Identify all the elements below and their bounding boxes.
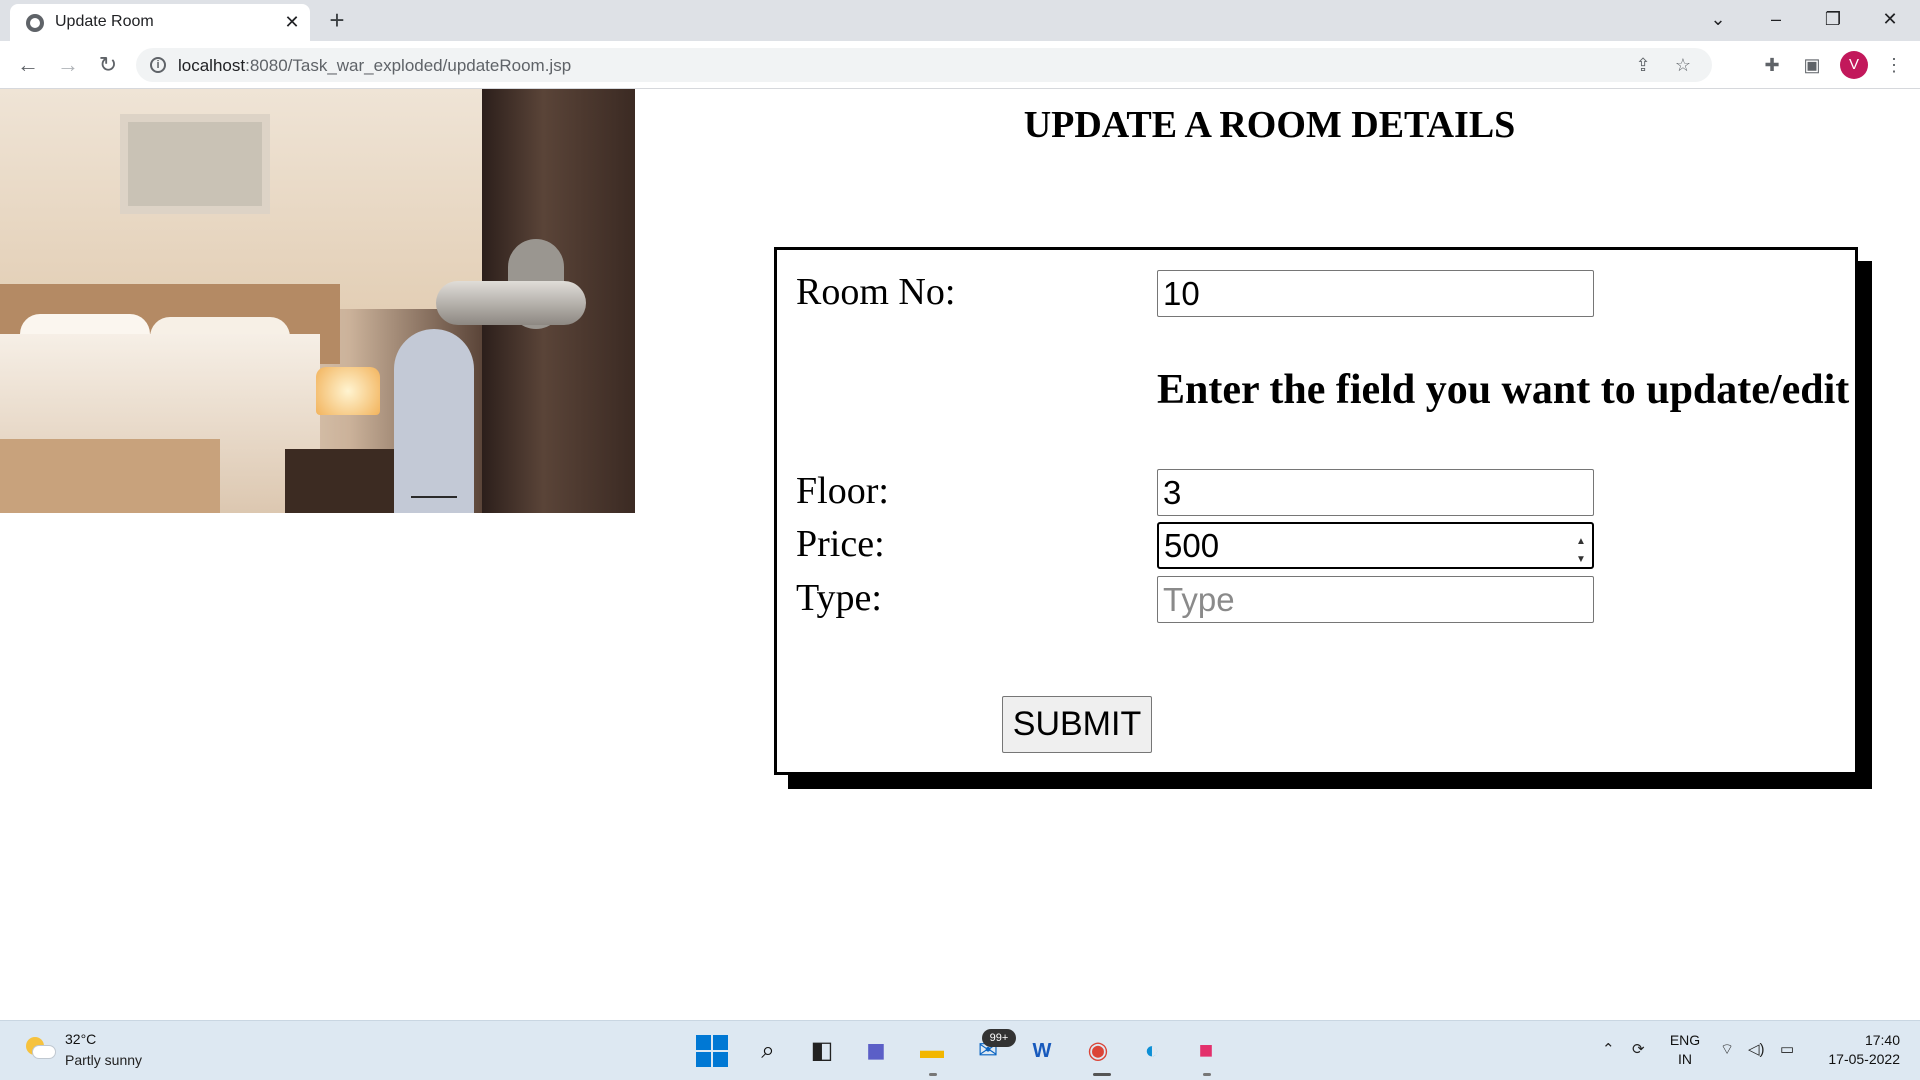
weather-description[interactable]: Partly sunny	[65, 1052, 142, 1068]
close-window-button[interactable]: ✕	[1862, 0, 1918, 40]
update-room-form: Room No: Enter the field you want to upd…	[774, 247, 1858, 775]
back-icon[interactable]: ←	[12, 49, 44, 81]
type-input[interactable]	[1157, 576, 1594, 623]
image-nightstand	[285, 449, 405, 513]
clock-time: 17:40	[1864, 1032, 1900, 1048]
chrome-icon[interactable]: ◉	[1078, 1031, 1118, 1071]
language-code: ENG	[1669, 1032, 1701, 1048]
running-indicator	[1203, 1073, 1211, 1076]
sync-icon[interactable]: ⟳	[1632, 1040, 1645, 1058]
new-tab-button[interactable]: +	[320, 5, 354, 37]
search-icon[interactable]: ⌕	[748, 1031, 788, 1071]
price-input[interactable]	[1157, 522, 1594, 569]
key-tag-number: 206	[394, 509, 474, 513]
region-code: IN	[1678, 1051, 1692, 1067]
clock-date: 17-05-2022	[1828, 1051, 1900, 1067]
start-icon[interactable]	[692, 1031, 732, 1071]
star-icon[interactable]: ☆	[1670, 53, 1696, 77]
url-path: :8080/Task_war_exploded/updateRoom.jsp	[245, 56, 572, 75]
wifi-icon[interactable]: ⌔	[1720, 1040, 1734, 1059]
image-key-tag-line	[411, 496, 457, 498]
browser-toolbar: ← → ↻ i localhost:8080/Task_war_exploded…	[0, 41, 1920, 89]
volume-icon[interactable]: ◁)	[1748, 1040, 1765, 1058]
image-lamp	[316, 367, 380, 415]
language-indicator[interactable]: ENG IN	[1668, 1031, 1702, 1069]
tab-update-room[interactable]: Update Room ✕	[10, 4, 310, 41]
image-wall-art	[120, 114, 270, 214]
file-explorer-icon[interactable]: ▬	[912, 1031, 952, 1071]
chevron-up-icon[interactable]: ⌃	[1602, 1040, 1615, 1058]
profile-avatar[interactable]: V	[1840, 51, 1868, 79]
partly-sunny-icon[interactable]	[26, 1037, 56, 1061]
word-icon[interactable]: W	[1022, 1031, 1062, 1071]
teams-chat-icon[interactable]: ◼	[856, 1031, 896, 1071]
menu-icon[interactable]: ⋮	[1880, 51, 1908, 79]
battery-icon[interactable]: ▭	[1780, 1040, 1794, 1058]
intellij-icon[interactable]: ■	[1186, 1031, 1226, 1071]
floor-label: Floor:	[796, 470, 889, 512]
url-text[interactable]: localhost:8080/Task_war_exploded/updateR…	[178, 56, 571, 76]
info-icon[interactable]: i	[150, 57, 166, 73]
type-label: Type:	[796, 577, 882, 619]
minimize-button[interactable]: –	[1748, 0, 1804, 40]
submit-button[interactable]: SUBMIT	[1002, 696, 1152, 753]
running-indicator	[929, 1073, 937, 1076]
active-indicator	[1093, 1073, 1111, 1076]
weather-temperature[interactable]: 32°C	[65, 1031, 96, 1047]
update-hint: Enter the field you want to update/edit	[1157, 367, 1850, 413]
reload-icon[interactable]: ↻	[92, 49, 124, 81]
page-title: UPDATE A ROOM DETAILS	[1023, 104, 1516, 146]
globe-icon	[26, 14, 44, 32]
edge-icon[interactable]: ◐	[1132, 1031, 1172, 1071]
mail-badge: 99+	[982, 1029, 1016, 1047]
price-spinner[interactable]: ▲ ▼	[1572, 533, 1590, 571]
tab-close-button[interactable]: ✕	[280, 9, 304, 35]
forward-icon[interactable]: →	[52, 49, 84, 81]
windows-logo	[696, 1035, 728, 1067]
url-host: localhost	[178, 56, 246, 75]
tab-strip: Update Room ✕ + ⌄ – ❐ ✕	[0, 0, 1920, 41]
task-view-icon[interactable]: ◧	[802, 1031, 842, 1071]
side-panel-icon[interactable]: ▣	[1798, 51, 1826, 79]
image-door-handle	[436, 281, 586, 325]
tab-search-icon[interactable]: ⌄	[1690, 0, 1746, 40]
image-throw	[0, 439, 220, 513]
restore-button[interactable]: ❐	[1805, 0, 1861, 40]
hotel-room-image: 206	[0, 89, 635, 513]
floor-input[interactable]	[1157, 469, 1594, 516]
image-key-tag: 206	[394, 329, 474, 513]
room-no-label: Room No:	[796, 271, 956, 313]
room-no-input[interactable]	[1157, 270, 1594, 317]
address-bar[interactable]: i localhost:8080/Task_war_exploded/updat…	[136, 48, 1712, 82]
cloud-shape	[32, 1045, 56, 1059]
clock[interactable]: 17:40 17-05-2022	[1810, 1031, 1900, 1069]
price-label: Price:	[796, 523, 885, 565]
share-icon[interactable]: ⇪	[1630, 53, 1656, 77]
tab-title: Update Room	[55, 13, 154, 30]
extensions-icon[interactable]: ✚	[1758, 51, 1786, 79]
